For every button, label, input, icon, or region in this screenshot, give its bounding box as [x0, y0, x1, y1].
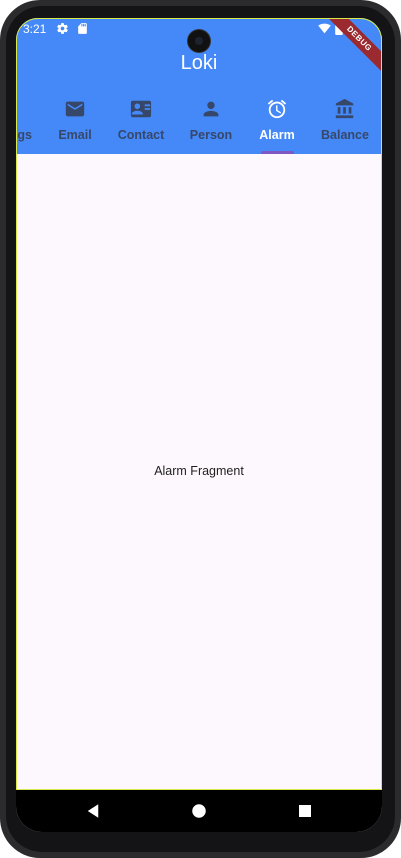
- alarm-icon: [267, 99, 287, 119]
- tab-label: Person: [189, 128, 233, 142]
- app-screen: 3:21 Loki DEBUG Settings: [16, 18, 382, 832]
- tab-label: Alarm: [259, 128, 295, 142]
- tab-person[interactable]: Person: [181, 94, 241, 154]
- fragment-content: Alarm Fragment: [16, 154, 382, 790]
- email-icon: [65, 101, 85, 117]
- status-time: 3:21: [23, 22, 47, 36]
- front-camera: [188, 30, 210, 52]
- tab-contact[interactable]: Contact: [111, 94, 171, 154]
- sd-card-icon: [78, 23, 87, 34]
- home-icon[interactable]: [190, 802, 208, 820]
- tab-bar: Settings Email Contact Person: [16, 94, 382, 154]
- tab-balance[interactable]: Balance: [314, 94, 376, 154]
- tab-label: Balance: [321, 128, 369, 142]
- tab-label: Email: [58, 128, 92, 142]
- contact-card-icon: [130, 100, 152, 118]
- fragment-text: Alarm Fragment: [154, 464, 244, 478]
- bank-icon: [335, 98, 354, 119]
- gear-icon: [57, 23, 68, 34]
- tab-label: Settings: [16, 128, 32, 142]
- recents-icon[interactable]: [296, 802, 314, 820]
- system-nav-bar: [16, 790, 382, 832]
- tab-email[interactable]: Email: [46, 94, 104, 154]
- app-bar: 3:21 Loki DEBUG Settings: [16, 18, 382, 154]
- app-title: Loki: [180, 52, 218, 74]
- back-icon[interactable]: [84, 802, 102, 820]
- person-icon: [203, 101, 219, 117]
- tab-alarm[interactable]: Alarm: [248, 94, 306, 154]
- tab-settings[interactable]: Settings: [16, 94, 48, 154]
- wifi-icon: [318, 23, 331, 34]
- tab-label: Contact: [117, 128, 165, 142]
